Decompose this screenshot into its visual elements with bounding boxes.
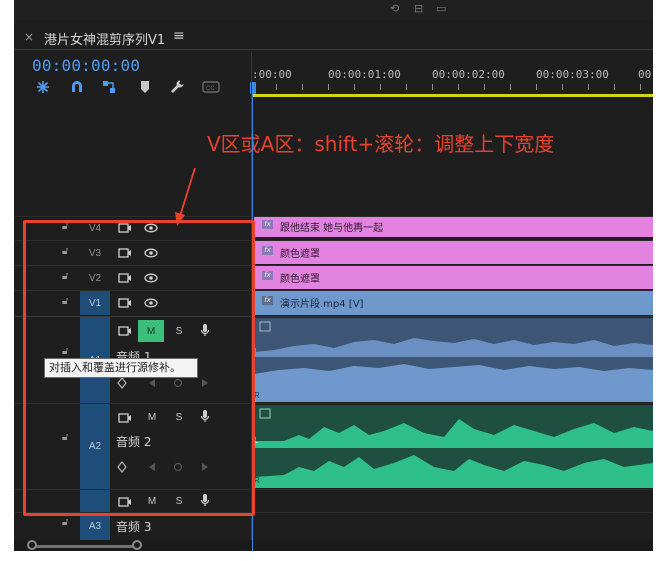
tooltip: 对插入和覆盖进行源修补。 — [44, 358, 198, 378]
timeline-panel: ⟲ ⊟ ▭ × 港片女神混剪序列V1 ≡ 00:00:00:00 CC :00:… — [14, 0, 653, 551]
